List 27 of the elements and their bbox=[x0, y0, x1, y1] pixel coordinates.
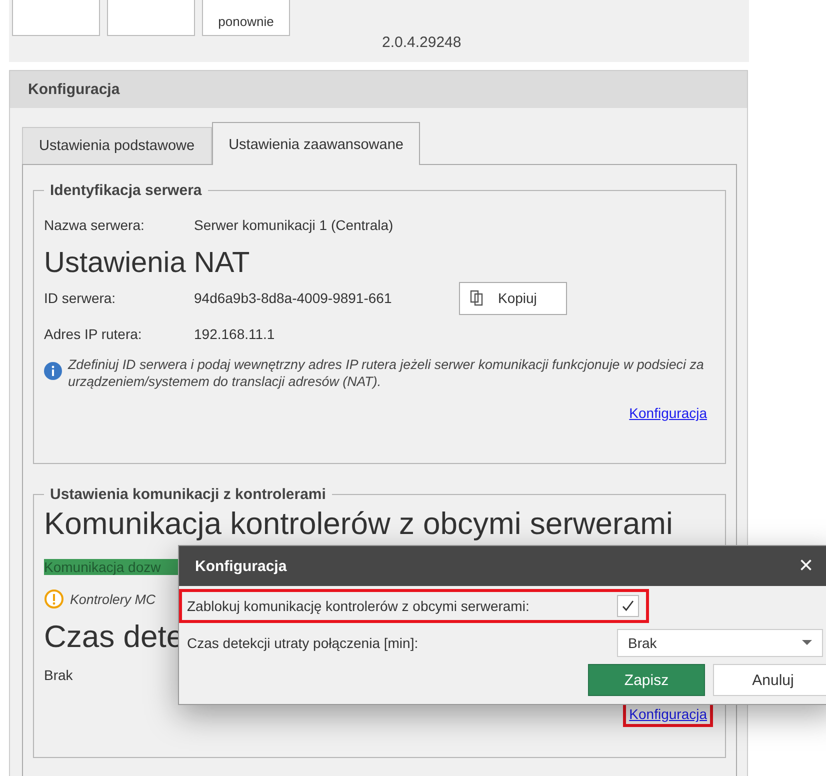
field-label: Czas detekcji utraty połączenia [min]: bbox=[187, 635, 420, 651]
dialog-title: Konfiguracja bbox=[195, 558, 287, 574]
field-value: 94d6a9b3-8d8a-4009-9891-661 bbox=[194, 290, 393, 306]
tab[interactable]: Ustawienia podstawowe bbox=[22, 127, 212, 164]
field-value: Brak bbox=[44, 667, 73, 683]
info-text: Zdefiniuj ID serwera i podaj wewnętrzny adres IP rutera jeżeli serwer komunikacji funkcjonuje w podsieci za urządzeniem/systemem do translacji adresów (NAT). bbox=[68, 356, 705, 390]
dropdown[interactable]: Brak bbox=[617, 629, 823, 657]
version-number: 2.0.4.29248 bbox=[382, 34, 462, 52]
warning-text: Kontrolery MC bbox=[70, 590, 156, 608]
field-label: Zablokuj komunikację kontrolerów z obcymi serwerami: bbox=[187, 598, 530, 614]
group-title: Identyfikacja serwera bbox=[49, 182, 203, 199]
close-button[interactable]: × bbox=[791, 554, 821, 578]
save-button[interactable]: Zapisz bbox=[588, 664, 705, 696]
panel-title: Konfiguracja bbox=[10, 71, 747, 108]
section-heading: Komunikacja kontrolerów z obcymi serwerami bbox=[44, 507, 673, 541]
tab[interactable]: Ustawienia zaawansowane bbox=[212, 122, 420, 165]
group-title: Ustawienia komunikacji z kontrolerami bbox=[49, 486, 327, 503]
field-value: 192.168.11.1 bbox=[194, 326, 275, 342]
copy-button[interactable]: Kopiuj bbox=[459, 282, 567, 314]
field-value: Serwer komunikacji 1 (Centrala) bbox=[194, 217, 394, 233]
field-label: ID serwera: bbox=[44, 290, 117, 306]
configuration-link[interactable]: Konfiguracja bbox=[623, 400, 713, 426]
field-label: Adres IP rutera: bbox=[44, 326, 143, 342]
section-heading: Ustawienia NAT bbox=[44, 247, 251, 280]
toolbar-button[interactable]: ponownie bbox=[202, 0, 290, 36]
cancel-button[interactable]: Anuluj bbox=[713, 664, 826, 696]
field-label: Nazwa serwera: bbox=[44, 217, 146, 233]
